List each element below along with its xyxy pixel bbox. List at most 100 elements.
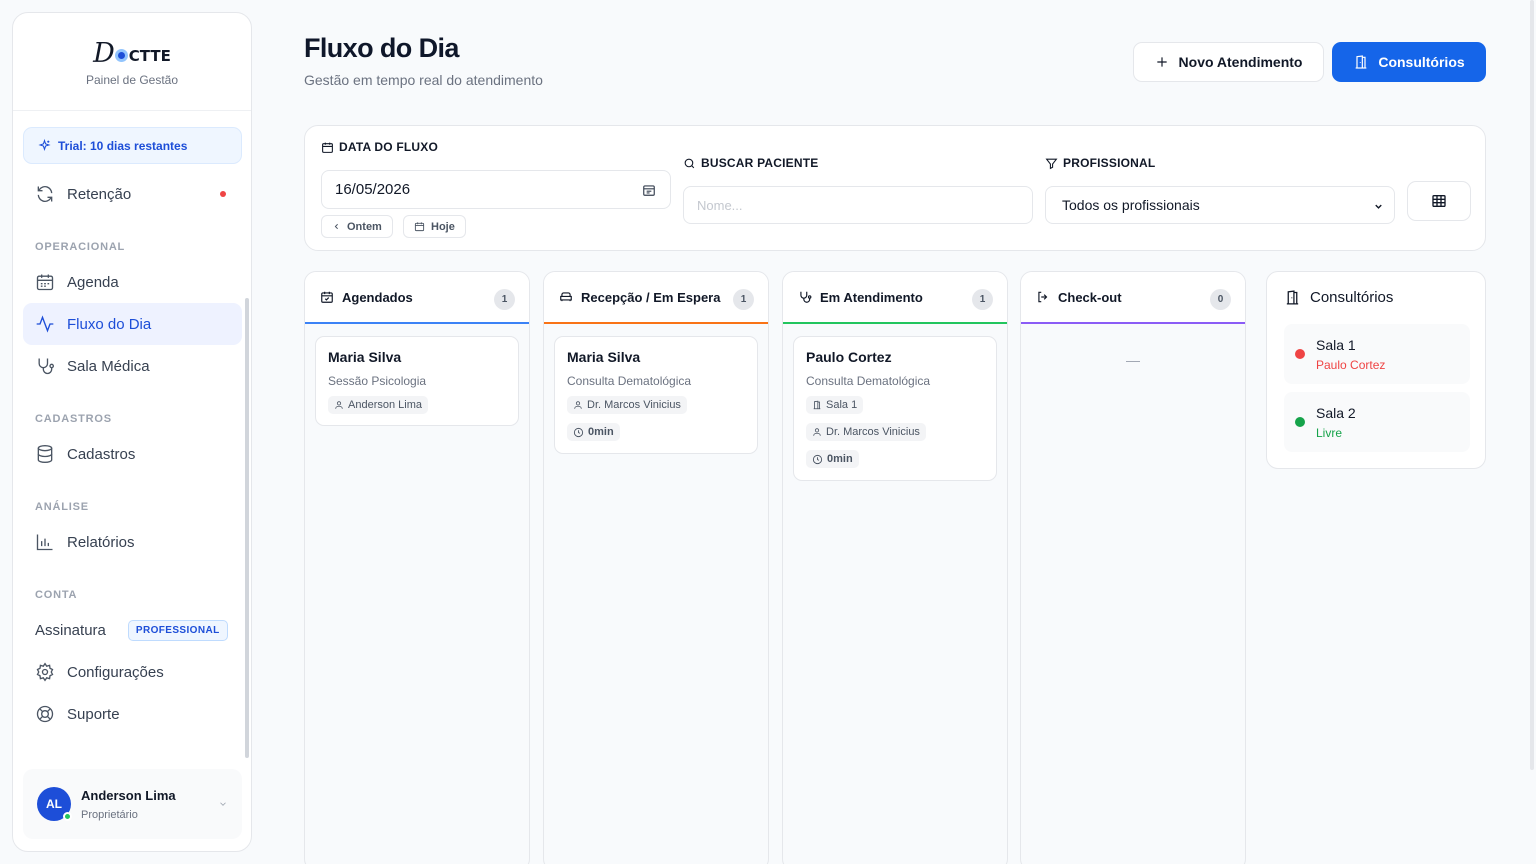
user-info: Anderson Lima Proprietário (81, 788, 176, 821)
sidebar-item-label: Configurações (67, 663, 164, 681)
clock-icon (812, 454, 823, 464)
activity-icon (36, 315, 54, 333)
logo-dot-icon (114, 49, 128, 62)
room-name: Sala 1 (1316, 337, 1356, 353)
door-icon (813, 400, 821, 410)
sparkles-icon (38, 139, 51, 152)
stethoscope-icon (38, 358, 55, 375)
user-icon (574, 401, 582, 409)
section-operacional: OPERACIONAL (35, 241, 126, 253)
consultorios-label: Consultórios (1378, 54, 1465, 70)
room-chip: Sala 1 (806, 396, 864, 414)
user-card[interactable]: AL Anderson Lima Proprietário (23, 769, 242, 839)
patient-card[interactable]: Maria Silva Consulta Dematológica Dr. Ma… (554, 336, 758, 454)
calendar-icon (36, 274, 54, 291)
professional-select[interactable]: Todos os profissionais (1045, 186, 1395, 224)
calendar-picker-icon[interactable] (642, 183, 656, 197)
wait-time-chip: 0min (806, 450, 859, 468)
calendar-check-icon (321, 291, 333, 303)
room-item[interactable]: Sala 2 Livre (1284, 392, 1470, 452)
sidebar-item-relatorios[interactable]: Relatórios (23, 521, 242, 563)
page-scrollbar[interactable] (1530, 0, 1534, 770)
database-icon (37, 445, 53, 464)
filter-icon (1045, 158, 1058, 169)
stethoscope-icon (800, 291, 812, 303)
room-status-dot (1295, 417, 1305, 427)
user-icon (813, 428, 821, 436)
lifebuoy-icon (36, 705, 54, 723)
calendar-icon (322, 142, 333, 153)
plus-icon (1156, 57, 1167, 67)
trial-banner[interactable]: Trial: 10 dias restantes (23, 127, 242, 164)
date-value: 16/05/2026 (335, 181, 411, 198)
plan-badge: PROFESSIONAL (127, 619, 228, 641)
chevron-down-icon (1375, 204, 1382, 209)
column-recepcao: Recepção / Em Espera 1 Maria Silva Consu… (543, 271, 769, 864)
sidebar-scrollbar[interactable] (245, 298, 249, 758)
date-input[interactable]: 16/05/2026 (321, 170, 671, 209)
door-icon (1286, 290, 1299, 305)
sidebar-item-label: Sala Médica (67, 357, 150, 375)
sidebar-item-configuracoes[interactable]: Configurações (23, 651, 242, 693)
door-icon (1355, 55, 1367, 69)
procedure-name: Consulta Dematológica (567, 374, 692, 388)
sidebar-item-cadastros[interactable]: Cadastros (23, 433, 242, 475)
avatar: AL (37, 787, 72, 821)
sidebar-item-label: Fluxo do Dia (67, 315, 152, 333)
column-agendados: Agendados 1 Maria Silva Sessão Psicologi… (304, 271, 530, 864)
date-filter-label: DATA DO FLUXO (321, 140, 438, 154)
sidebar-item-label: Retenção (67, 185, 132, 203)
column-count-badge: 1 (972, 289, 993, 310)
column-count-badge: 0 (1210, 289, 1231, 310)
gear-icon (36, 662, 54, 682)
professional-name: Dr. Marcos Vinicius (587, 399, 681, 411)
professional-select-value: Todos os profissionais (1062, 197, 1200, 213)
grid-icon (1432, 195, 1446, 207)
sidebar-item-sala-medica[interactable]: Sala Médica (23, 345, 242, 387)
sidebar-item-fluxo[interactable]: Fluxo do Dia (23, 303, 242, 345)
bar-chart-icon (36, 534, 53, 551)
page-subtitle: Gestão em tempo real do atendimento (304, 72, 543, 88)
sidebar-item-label: Relatórios (67, 533, 135, 551)
column-count-badge: 1 (733, 289, 754, 310)
patient-search-input[interactable] (683, 186, 1033, 224)
professional-name: Dr. Marcos Vinicius (826, 426, 920, 438)
room-item[interactable]: Sala 1 Paulo Cortez (1284, 324, 1470, 384)
notification-dot (220, 191, 226, 197)
online-status-dot (63, 812, 72, 821)
chevron-down-icon[interactable] (218, 799, 228, 809)
patient-name: Paulo Cortez (806, 349, 892, 365)
sidebar-item-agenda[interactable]: Agenda (23, 261, 242, 303)
sidebar-item-label: Assinatura (35, 621, 106, 639)
patient-card[interactable]: Maria Silva Sessão Psicologia Anderson L… (315, 336, 519, 426)
column-header: Check-out 0 (1021, 272, 1245, 324)
sidebar-item-retencao[interactable]: Retenção (23, 173, 242, 215)
sidebar-item-assinatura[interactable]: Assinatura PROFESSIONAL (23, 609, 242, 651)
new-appointment-button[interactable]: Novo Atendimento (1133, 42, 1324, 82)
sidebar-item-suporte[interactable]: Suporte (23, 693, 242, 735)
chevron-left-icon (334, 223, 338, 230)
clock-icon (573, 427, 584, 437)
professional-filter-label: PROFISSIONAL (1045, 156, 1155, 170)
grid-view-button[interactable] (1407, 181, 1471, 221)
today-label: Hoje (431, 220, 455, 233)
patient-card[interactable]: Paulo Cortez Consulta Dematológica Sala … (793, 336, 997, 481)
column-title: Check-out (1058, 289, 1122, 305)
avatar-initials: AL (46, 797, 62, 811)
rooms-title-text: Consultórios (1310, 289, 1394, 306)
consultorios-button[interactable]: Consultórios (1332, 42, 1486, 82)
patient-name: Maria Silva (328, 349, 402, 365)
procedure-name: Consulta Dematológica (806, 374, 931, 388)
new-appointment-label: Novo Atendimento (1178, 54, 1303, 70)
room-status: Paulo Cortez (1316, 358, 1386, 372)
yesterday-button[interactable]: Ontem (321, 215, 393, 238)
search-icon (684, 158, 695, 168)
logo[interactable]: D CTTE (93, 37, 171, 67)
professional-chip: Anderson Lima (328, 396, 428, 414)
section-analise: ANÁLISE (35, 501, 89, 513)
logo-wordmark: CTTE (114, 47, 171, 65)
log-out-icon (1038, 291, 1048, 303)
room-status-dot (1295, 349, 1305, 359)
today-button[interactable]: Hoje (403, 215, 466, 238)
filters-panel: DATA DO FLUXO 16/05/2026 Ontem Hoje BUSC… (304, 125, 1486, 251)
